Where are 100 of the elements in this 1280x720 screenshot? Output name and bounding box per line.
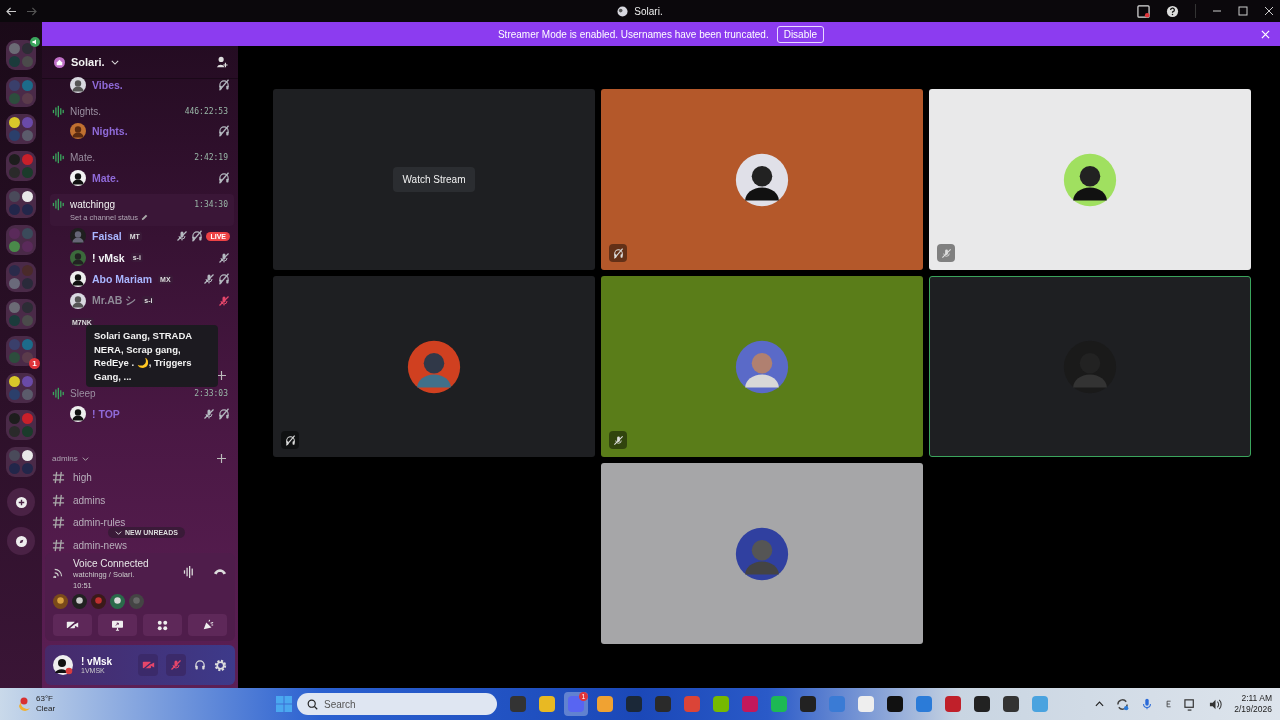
app-icon [916, 696, 932, 712]
server-folder[interactable] [6, 373, 36, 403]
text-channel[interactable]: high [73, 472, 92, 484]
app-icon [713, 696, 729, 712]
text-channel[interactable]: admin-rules [73, 517, 126, 529]
app-icon [510, 696, 526, 712]
hashtag-icon [52, 538, 65, 552]
speaker-icon [30, 37, 40, 47]
voice-member[interactable]: Mate. [52, 167, 232, 189]
camera-off-button[interactable] [53, 614, 92, 636]
avatar [70, 76, 86, 93]
video-tile[interactable] [273, 276, 595, 457]
chevron-icon[interactable] [110, 59, 119, 65]
video-tile[interactable] [601, 276, 923, 457]
video-tile[interactable] [929, 276, 1251, 457]
channel-name: Mate. [70, 152, 95, 163]
microphone-button[interactable] [166, 654, 186, 676]
temperature: 63°F [36, 694, 54, 704]
headphones-icon[interactable] [194, 659, 206, 671]
chevron-up-icon[interactable] [1095, 701, 1105, 707]
voice-channel-icon [52, 387, 65, 400]
avatar [70, 405, 86, 422]
channel-duration: 446:22:53 [184, 106, 228, 116]
close-icon[interactable] [1264, 6, 1274, 16]
app-icon [771, 696, 787, 712]
app-icon [597, 696, 613, 712]
avatar [70, 169, 86, 186]
screen-share-button[interactable] [98, 614, 137, 636]
video-tile[interactable] [929, 89, 1251, 270]
soundboard-button[interactable] [188, 614, 227, 636]
add-channel-icon[interactable] [217, 454, 226, 463]
avatar [70, 228, 86, 245]
member-name: Vibes. [92, 78, 123, 91]
voice-channel-icon [52, 151, 65, 164]
avatar [70, 123, 86, 140]
chevron-icon [115, 530, 122, 535]
voice-member[interactable]: Nights. [52, 120, 232, 142]
start-icon[interactable] [276, 696, 292, 712]
hashtag-icon [52, 471, 65, 485]
text-channel[interactable]: admin-news [73, 539, 127, 551]
forward-icon[interactable] [26, 6, 37, 16]
discover-button[interactable] [7, 527, 35, 555]
channel-duration: 2:42:19 [194, 153, 228, 162]
video-tile[interactable] [601, 463, 923, 644]
unread-badge: 1 [29, 358, 40, 369]
invite-icon[interactable] [216, 56, 228, 68]
add-channel-icon[interactable] [217, 370, 226, 380]
clock[interactable]: 2:11 AM 2/19/2026 [1234, 693, 1272, 715]
add-server-button[interactable] [7, 488, 35, 516]
watch-stream-button[interactable]: Watch Stream [392, 167, 476, 192]
plus-icon [15, 496, 27, 508]
microphone-icon[interactable] [1141, 698, 1154, 710]
voice-member[interactable]: Vibes. [52, 74, 232, 96]
tooltip: Solari Gang, STRADA NERA, Scrap gang, RedEye . 🌙, Triggers Gang, ... [86, 325, 218, 387]
pencil-icon[interactable] [140, 213, 148, 221]
weather-widget[interactable]: 63°F Clear [16, 694, 276, 714]
voice-channel-icon [52, 197, 65, 211]
back-icon[interactable] [6, 6, 17, 16]
disconnect-icon[interactable] [213, 567, 227, 576]
server-folder[interactable] [6, 188, 36, 218]
app-icon [858, 696, 874, 712]
server-folder[interactable] [6, 114, 36, 144]
server-name[interactable]: Solari. [71, 56, 105, 68]
app-icon [974, 696, 990, 712]
video-tile[interactable]: Watch Stream [273, 89, 595, 270]
weather-icon [16, 696, 32, 712]
help-icon[interactable] [1166, 4, 1179, 18]
avatar[interactable] [53, 655, 73, 675]
activities-button[interactable] [143, 614, 182, 636]
avatar [70, 249, 86, 266]
member-name: ! TOP [92, 407, 120, 420]
language-icon[interactable] [1165, 699, 1173, 709]
voice-member[interactable]: ! TOP [52, 403, 232, 425]
voice-channel[interactable]: Nights. 446:22:53 [52, 100, 232, 121]
screen-share-icon [111, 619, 124, 631]
video-tile[interactable] [601, 89, 923, 270]
camera-button[interactable] [138, 654, 158, 676]
avatar [70, 271, 86, 288]
hashtag-icon [52, 516, 65, 530]
app-icon [945, 696, 961, 712]
activities-icon [157, 619, 168, 631]
sync-icon[interactable] [1116, 697, 1130, 711]
disable-button[interactable]: Disable [776, 25, 825, 43]
soundboard-icon[interactable] [183, 566, 195, 578]
inbox-icon[interactable] [1137, 4, 1150, 18]
text-channel[interactable]: admins [73, 494, 106, 506]
camera-off-icon [66, 620, 79, 630]
app-icon [655, 696, 671, 712]
voice-channel[interactable]: Mate. 2:42:19 [52, 147, 232, 167]
volume-icon[interactable] [1209, 697, 1223, 711]
member-name: Mr.AB シ [92, 293, 137, 308]
category-name[interactable]: admins [52, 454, 78, 463]
settings-icon[interactable] [214, 658, 227, 672]
search-field[interactable]: Search [297, 693, 497, 715]
server-folder[interactable] [6, 447, 36, 477]
maximize-icon[interactable] [1238, 6, 1248, 16]
voice-status: Voice Connected [73, 558, 149, 569]
app-icon [539, 696, 555, 712]
member-name: Mate. [92, 171, 119, 184]
channel-duration: 1:34:30 [194, 199, 228, 209]
